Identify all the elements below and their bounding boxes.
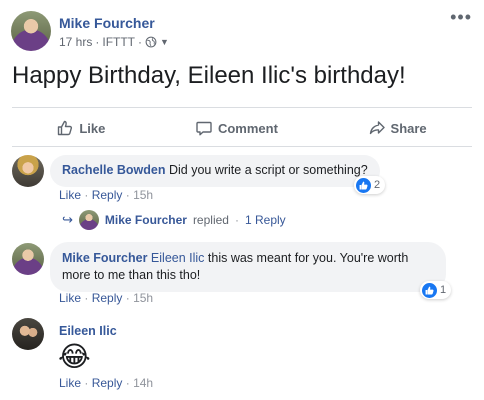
comment-bubble: Rachelle Bowden Did you write a script o… bbox=[50, 155, 380, 187]
comment-time[interactable]: 14h bbox=[133, 376, 153, 390]
comment-button[interactable]: Comment bbox=[196, 120, 278, 136]
avatar[interactable] bbox=[11, 11, 51, 51]
share-icon bbox=[369, 121, 385, 135]
post-author[interactable]: Mike Fourcher bbox=[59, 15, 155, 31]
comment-reply-link[interactable]: Reply bbox=[92, 188, 123, 202]
divider bbox=[12, 107, 472, 108]
reaction-count[interactable]: 1 bbox=[420, 281, 452, 299]
caret-down-icon[interactable]: ▼ bbox=[160, 37, 169, 47]
avatar[interactable] bbox=[12, 155, 44, 187]
comment-actions: Like · Reply · 15h bbox=[59, 291, 154, 305]
like-button[interactable]: Like bbox=[57, 120, 105, 136]
post-meta: 17 hrs · IFTTT · ▼ bbox=[59, 35, 169, 49]
post-card: Mike Fourcher 17 hrs · IFTTT · ▼ ••• Hap… bbox=[0, 0, 484, 400]
comment-author[interactable]: Mike Fourcher bbox=[62, 251, 147, 265]
reply-summary[interactable]: ↪ Mike Fourcher replied · 1 Reply bbox=[62, 210, 286, 230]
divider bbox=[12, 146, 472, 147]
comment-actions: Like · Reply · 14h bbox=[59, 376, 154, 390]
like-icon bbox=[58, 120, 73, 136]
action-bar: Like Comment Share bbox=[12, 113, 472, 143]
reaction-count[interactable]: 2 bbox=[354, 176, 386, 194]
comment-actions: Like · Reply · 15h bbox=[59, 188, 154, 202]
comment-author[interactable]: Rachelle Bowden bbox=[62, 163, 166, 177]
avatar bbox=[78, 210, 99, 230]
reply-arrow-icon: ↪ bbox=[62, 212, 73, 227]
post-text: Happy Birthday, Eileen Ilic's birthday! bbox=[12, 62, 406, 89]
laughing-emoji-icon: 😂 bbox=[58, 341, 91, 372]
avatar[interactable] bbox=[12, 243, 44, 275]
comment-like-link[interactable]: Like bbox=[59, 188, 81, 202]
comment-reply-link[interactable]: Reply bbox=[92, 291, 123, 305]
mention-link[interactable]: Eileen Ilic bbox=[151, 251, 205, 265]
comment-text: Did you write a script or something? bbox=[168, 163, 368, 177]
globe-icon[interactable] bbox=[145, 36, 157, 48]
comment-like-link[interactable]: Like bbox=[59, 291, 81, 305]
comment-time[interactable]: 15h bbox=[133, 188, 153, 202]
like-reaction-icon bbox=[422, 282, 437, 298]
post-time[interactable]: 17 hrs bbox=[59, 35, 92, 49]
comment-bubble: Mike Fourcher Eileen Ilic this was meant… bbox=[50, 242, 446, 292]
avatar[interactable] bbox=[12, 318, 44, 350]
comment-time[interactable]: 15h bbox=[133, 291, 153, 305]
like-reaction-icon bbox=[356, 177, 371, 193]
share-button[interactable]: Share bbox=[369, 120, 427, 136]
comment-reply-link[interactable]: Reply bbox=[92, 376, 123, 390]
more-icon[interactable]: ••• bbox=[450, 8, 472, 26]
comment-icon bbox=[196, 121, 212, 136]
post-source[interactable]: IFTTT bbox=[102, 35, 135, 49]
comment-like-link[interactable]: Like bbox=[59, 376, 81, 390]
comment-author[interactable]: Eileen Ilic bbox=[59, 324, 117, 338]
